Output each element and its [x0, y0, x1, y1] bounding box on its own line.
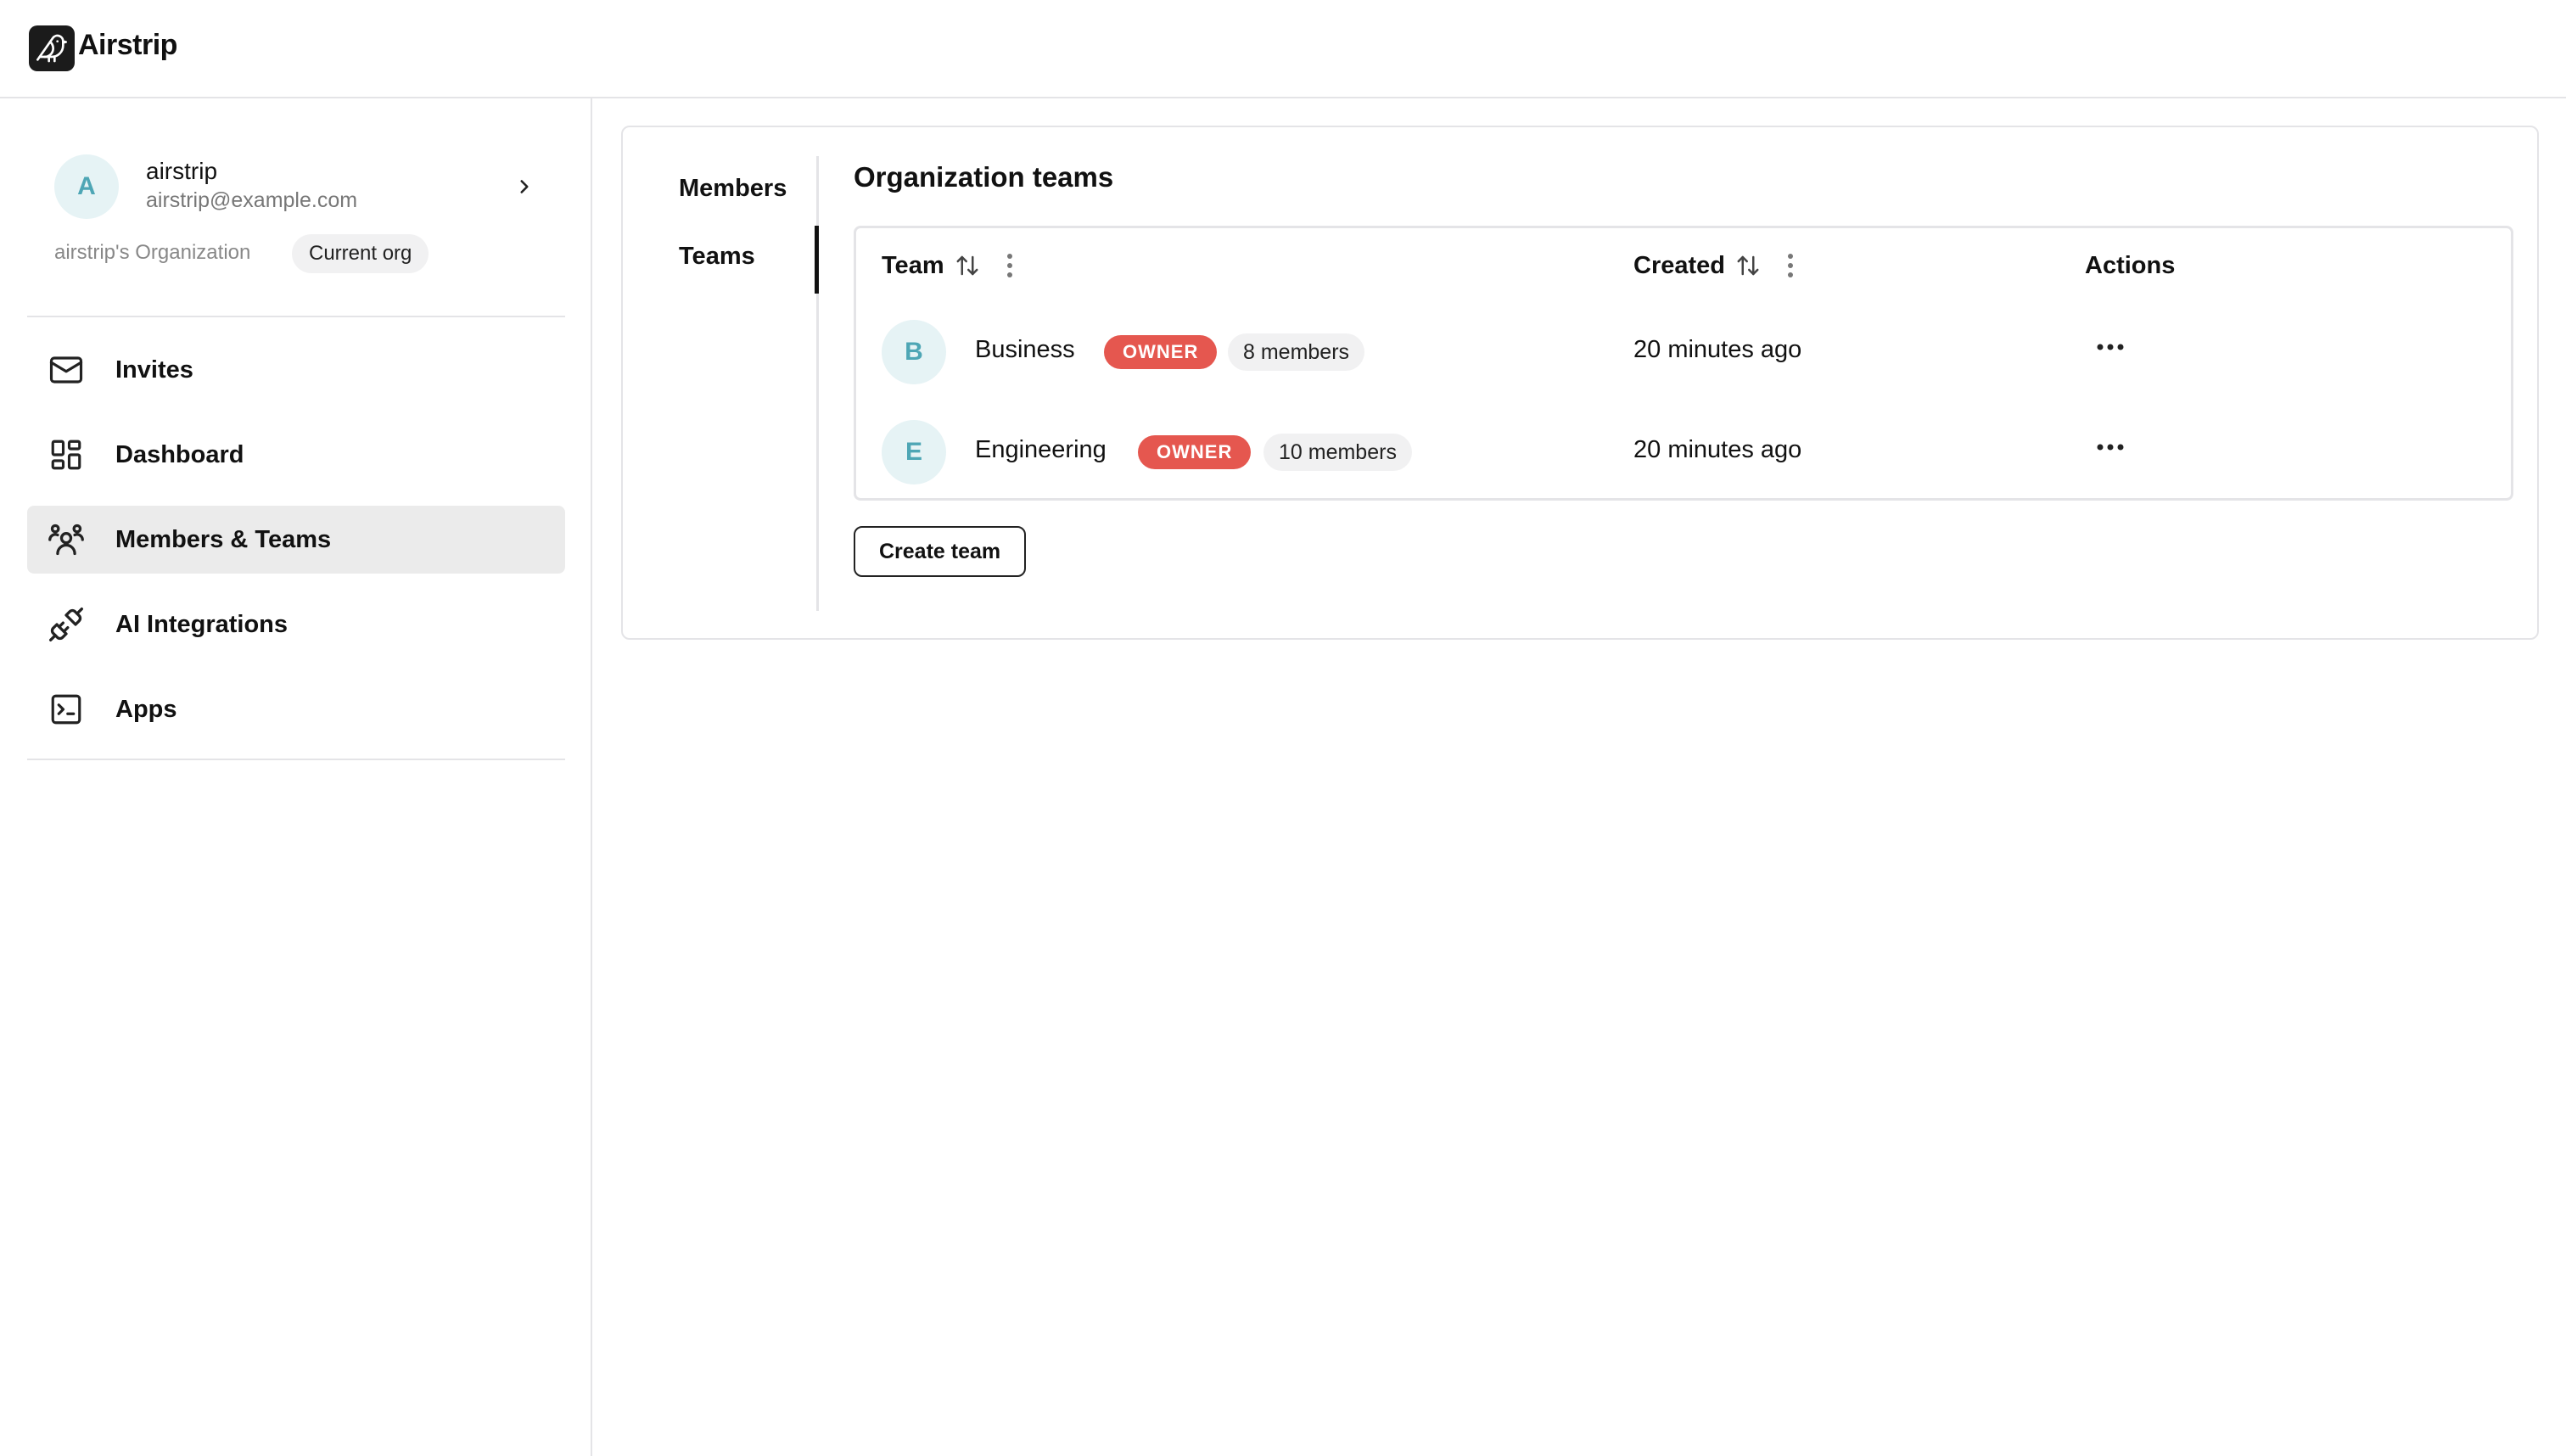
create-team-button[interactable]: Create team	[854, 526, 1027, 577]
sidebar-item-dashboard[interactable]: Dashboard	[27, 421, 565, 489]
app-window: Airstrip A airstrip airstrip@example.com…	[0, 0, 2566, 1456]
sidebar-item-label: AI Integrations	[115, 610, 289, 638]
sidebar-item-label: Invites	[115, 356, 193, 384]
active-tab-indicator	[815, 226, 819, 294]
org-name: airstrip's Organization	[54, 241, 251, 264]
sidebar-divider	[27, 316, 565, 317]
team-name[interactable]: Business	[975, 336, 1075, 364]
table-row[interactable]: E Engineering OWNER 10 members 20 minute…	[856, 408, 2511, 493]
section-title: Organization teams	[854, 161, 1114, 193]
more-actions-icon[interactable]	[2083, 327, 2137, 367]
sidebar-item-label: Members & Teams	[115, 525, 332, 553]
terminal-icon	[48, 691, 85, 728]
tab-members[interactable]: Members	[679, 175, 787, 203]
account-name: airstrip	[146, 158, 218, 184]
sidebar-item-members-teams[interactable]: Members & Teams	[27, 506, 565, 574]
account-email: airstrip@example.com	[146, 188, 358, 212]
chevron-right-icon[interactable]	[509, 171, 540, 202]
sub-navigation: Members Teams	[623, 127, 819, 641]
sidebar-item-apps[interactable]: Apps	[27, 675, 565, 743]
column-header-team: Team	[882, 247, 1024, 284]
column-header-label: Team	[882, 251, 944, 279]
more-actions-icon[interactable]	[2083, 427, 2137, 468]
members-teams-panel: Members Teams Organization teams Team Cr…	[621, 126, 2539, 640]
sort-icon[interactable]	[1734, 250, 1762, 281]
sidebar-item-ai-integrations[interactable]: AI Integrations	[27, 591, 565, 658]
role-badge: OWNER	[1138, 435, 1252, 469]
members-count-badge: 10 members	[1263, 434, 1412, 471]
teams-table: Team Created Actions B Business OWNER 8 …	[854, 226, 2513, 501]
bird-icon[interactable]	[29, 25, 75, 71]
column-header-actions: Actions	[2085, 247, 2175, 284]
sidebar: A airstrip airstrip@example.com airstrip…	[0, 98, 592, 1456]
top-bar: Airstrip	[0, 0, 2566, 98]
sidebar-item-label: Apps	[115, 695, 177, 723]
sort-icon[interactable]	[953, 250, 982, 281]
sidebar-divider	[27, 759, 565, 760]
plug-icon	[48, 606, 85, 643]
sidebar-item-invites[interactable]: Invites	[27, 336, 565, 404]
account-avatar: A	[54, 154, 119, 219]
team-name[interactable]: Engineering	[975, 436, 1107, 464]
subnav-divider	[816, 156, 819, 611]
users-icon	[48, 521, 85, 558]
team-avatar: E	[882, 420, 946, 484]
team-avatar: B	[882, 320, 946, 384]
created-time: 20 minutes ago	[1633, 336, 1802, 363]
column-header-label: Created	[1633, 251, 1725, 279]
column-header-label: Actions	[2085, 251, 2176, 279]
created-time: 20 minutes ago	[1633, 436, 1802, 463]
members-count-badge: 8 members	[1228, 333, 1365, 371]
app-title[interactable]: Airstrip	[78, 29, 177, 62]
column-menu-icon[interactable]	[1776, 250, 1805, 281]
table-row[interactable]: B Business OWNER 8 members 20 minutes ag…	[856, 308, 2511, 393]
column-header-created: Created	[1633, 247, 1805, 284]
sidebar-item-label: Dashboard	[115, 440, 244, 468]
dashboard-icon	[48, 436, 85, 473]
role-badge: OWNER	[1104, 335, 1218, 369]
mail-icon	[48, 351, 85, 389]
column-menu-icon[interactable]	[995, 250, 1024, 281]
tab-teams[interactable]: Teams	[679, 243, 755, 271]
current-org-badge: Current org	[292, 234, 429, 273]
